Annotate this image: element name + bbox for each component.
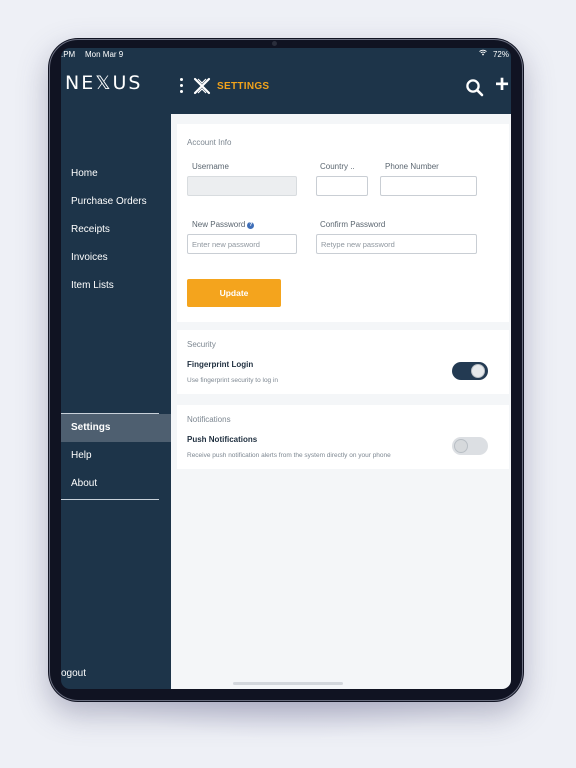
push-notifications-title: Push Notifications	[187, 435, 258, 444]
search-icon[interactable]	[465, 78, 485, 98]
sidebar-item-purchase-orders[interactable]: Purchase Orders	[71, 196, 147, 207]
nexus-x-icon	[192, 76, 212, 96]
new-password-label-text: New Password	[192, 220, 246, 229]
nexus-logo: NE𝕏US	[65, 72, 143, 94]
wifi-icon	[479, 48, 487, 62]
country-code-label: Country ..	[320, 162, 355, 171]
update-button[interactable]: Update	[187, 279, 281, 307]
status-date: Mon Mar 9	[85, 50, 124, 59]
notifications-card: Notifications Push Notifications Receive…	[177, 405, 509, 469]
username-field[interactable]	[187, 176, 297, 196]
security-card: Security Fingerprint Login Use fingerpri…	[177, 330, 509, 394]
phone-number-field[interactable]	[380, 176, 477, 196]
sidebar-divider-bottom	[61, 499, 159, 500]
account-info-card: Account Info Username Country .. Phone N…	[177, 124, 509, 322]
push-notifications-description: Receive push notification alerts from th…	[187, 452, 391, 459]
toggle-knob	[471, 364, 485, 378]
security-title: Security	[187, 340, 216, 349]
home-indicator	[233, 682, 343, 685]
status-time: .PM	[61, 50, 76, 59]
sidebar-item-receipts[interactable]: Receipts	[71, 224, 110, 235]
logout-link[interactable]: ogout	[61, 668, 86, 679]
battery-level: 72%	[492, 50, 509, 59]
top-bar: NE𝕏US SETTINGS +	[61, 62, 511, 114]
notifications-title: Notifications	[187, 415, 231, 424]
sidebar-item-help[interactable]: Help	[71, 450, 92, 461]
new-password-field[interactable]	[187, 234, 297, 254]
sidebar-item-invoices[interactable]: Invoices	[71, 252, 108, 263]
status-bar: .PM Mon Mar 9 72%	[61, 48, 511, 62]
settings-content: Account Info Username Country .. Phone N…	[171, 114, 511, 689]
push-notifications-toggle[interactable]	[452, 437, 488, 455]
menu-dots-icon[interactable]	[178, 76, 184, 98]
sidebar-item-item-lists[interactable]: Item Lists	[71, 280, 114, 291]
camera-dot	[272, 41, 277, 46]
app-screen: .PM Mon Mar 9 72% NE𝕏US SETTINGS + Home	[61, 48, 511, 689]
country-code-field[interactable]	[316, 176, 368, 196]
sidebar-item-settings-label: Settings	[71, 422, 111, 433]
new-password-label: New Password?	[192, 220, 255, 229]
confirm-password-label: Confirm Password	[320, 220, 386, 229]
sidebar-item-about[interactable]: About	[71, 478, 97, 489]
confirm-password-field[interactable]	[316, 234, 477, 254]
sidebar-item-settings[interactable]: Settings	[61, 414, 171, 442]
fingerprint-login-toggle[interactable]	[452, 362, 488, 380]
fingerprint-login-description: Use fingerprint security to log in	[187, 377, 279, 384]
toggle-knob	[454, 439, 468, 453]
account-info-title: Account Info	[187, 138, 232, 147]
sidebar-item-home[interactable]: Home	[71, 168, 98, 179]
fingerprint-login-title: Fingerprint Login	[187, 360, 254, 369]
help-icon[interactable]: ?	[247, 222, 255, 229]
plus-icon[interactable]: +	[495, 71, 509, 99]
username-label: Username	[192, 162, 229, 171]
phone-number-label: Phone Number	[385, 162, 439, 171]
page-title: SETTINGS	[217, 81, 270, 92]
sidebar: Home Purchase Orders Receipts Invoices I…	[61, 114, 171, 689]
